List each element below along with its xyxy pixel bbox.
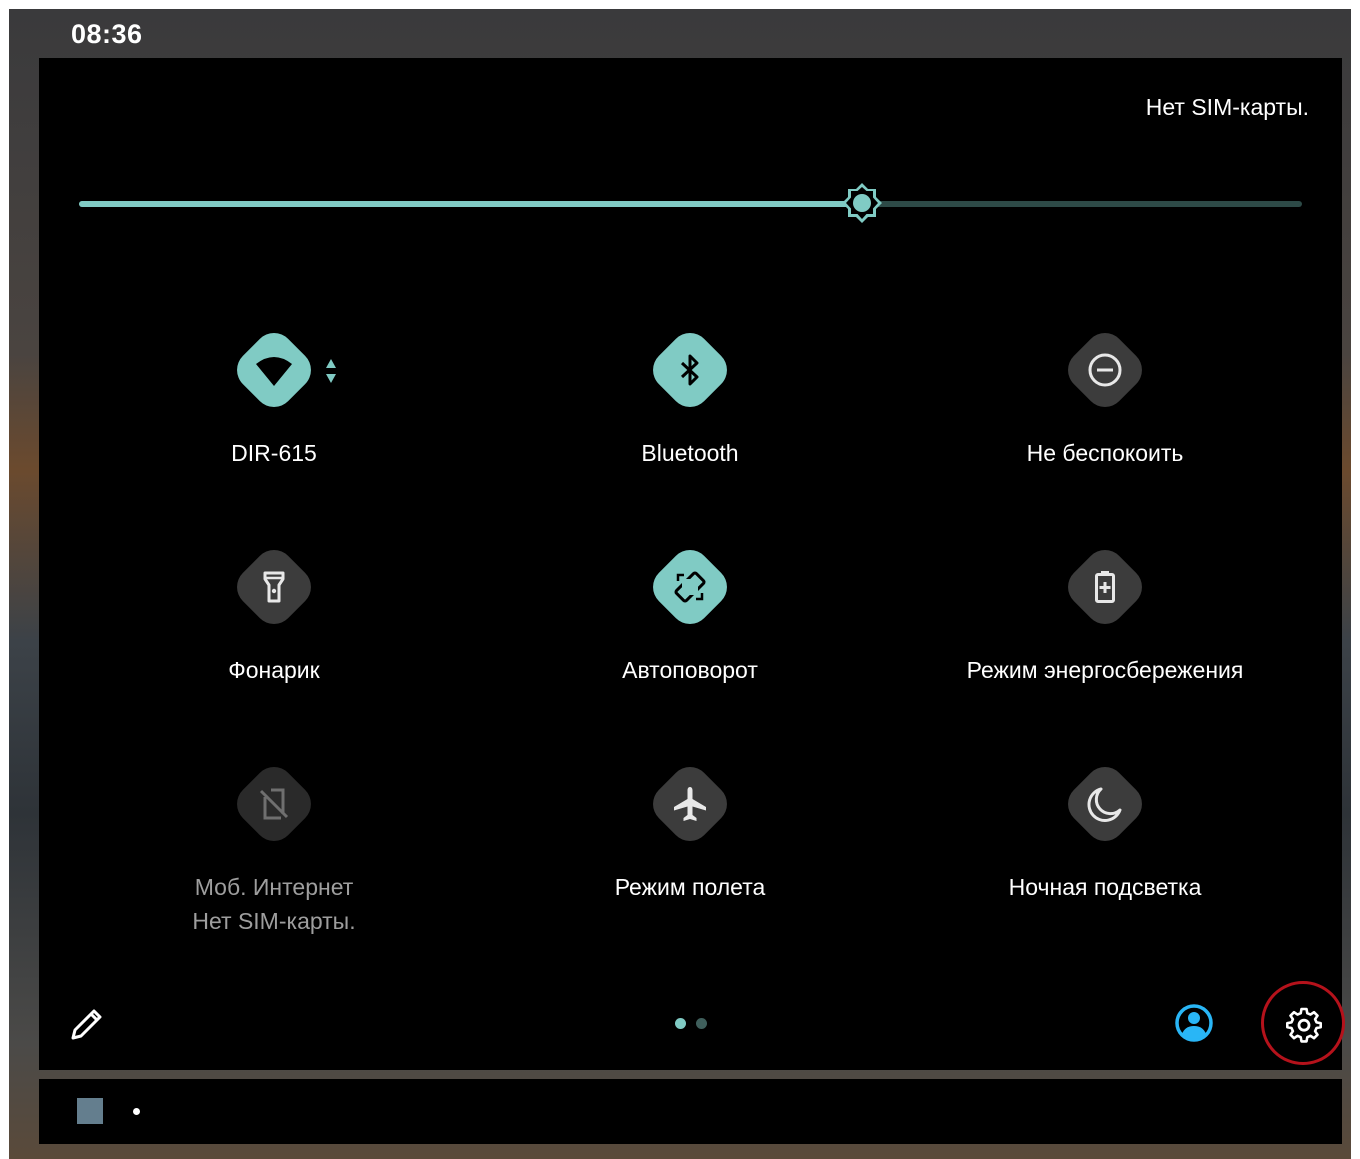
notification-bar — [39, 1079, 1342, 1144]
tile-airplane-label: Режим полета — [614, 874, 766, 900]
tile-bluetooth[interactable]: Bluetooth — [520, 320, 860, 470]
no-sim-icon — [259, 788, 289, 820]
tile-flashlight-label: Фонарик — [228, 657, 320, 683]
tile-wifi-label: DIR-615 — [231, 440, 317, 466]
auto-rotate-icon — [674, 571, 706, 603]
tile-do-not-disturb[interactable]: Не беспокоить — [935, 320, 1275, 470]
bluetooth-icon — [680, 354, 699, 386]
brightness-slider[interactable] — [79, 180, 1302, 230]
wifi-icon — [256, 357, 292, 386]
flashlight-icon — [263, 571, 285, 603]
settings-button[interactable] — [1261, 981, 1345, 1065]
app-notification-icon[interactable] — [77, 1098, 103, 1124]
tile-battery-saver[interactable]: Режим энергосбережения — [935, 537, 1275, 687]
tile-flashlight[interactable]: Фонарик — [104, 537, 444, 687]
more-notifications-dot — [133, 1108, 140, 1115]
tile-auto-rotate[interactable]: Автоповорот — [520, 537, 860, 687]
sim-status-text: Нет SIM-карты. — [1145, 94, 1309, 120]
tile-mobile-data[interactable]: Моб. Интернет Нет SIM-карты. — [104, 754, 444, 938]
tile-night-light-label: Ночная подсветка — [1008, 874, 1202, 900]
clock: 08:36 — [71, 19, 143, 49]
tile-battery-saver-label: Режим энергосбережения — [966, 657, 1244, 683]
page-dot[interactable] — [696, 1018, 707, 1029]
tile-dnd-label: Не беспокоить — [1026, 440, 1184, 466]
pencil-icon[interactable] — [67, 1004, 107, 1044]
brightness-thumb-icon[interactable] — [840, 181, 884, 225]
gear-icon — [1286, 1007, 1322, 1043]
user-account-icon[interactable] — [1173, 1002, 1215, 1044]
tile-auto-rotate-label: Автоповорот — [622, 657, 758, 683]
night-light-icon — [1087, 787, 1122, 822]
page-indicator — [675, 1018, 715, 1030]
status-bar: 08:36 — [9, 9, 1351, 58]
quick-settings-panel: Нет SIM-карты. DIR-615 Bluetooth Не бесп… — [39, 58, 1345, 1070]
brightness-track-fill — [79, 201, 862, 207]
tile-mobile-data-label: Моб. Интернет — [194, 874, 354, 900]
android-screen: 08:36 Нет SIM-карты. DIR-615 Bluetooth Н… — [9, 9, 1351, 1159]
page-dot-active — [675, 1018, 686, 1029]
tile-bluetooth-label: Bluetooth — [641, 440, 739, 466]
wifi-more-arrows-icon[interactable] — [324, 357, 338, 385]
quick-settings-footer — [39, 981, 1345, 1065]
do-not-disturb-icon — [1088, 353, 1122, 387]
tile-airplane-mode[interactable]: Режим полета — [520, 754, 860, 904]
tile-wifi[interactable]: DIR-615 — [104, 320, 444, 470]
battery-saver-icon — [1095, 571, 1115, 603]
tile-mobile-data-sublabel: Нет SIM-карты. — [192, 908, 356, 934]
tile-night-light[interactable]: Ночная подсветка — [935, 754, 1275, 904]
airplane-icon — [674, 787, 706, 821]
